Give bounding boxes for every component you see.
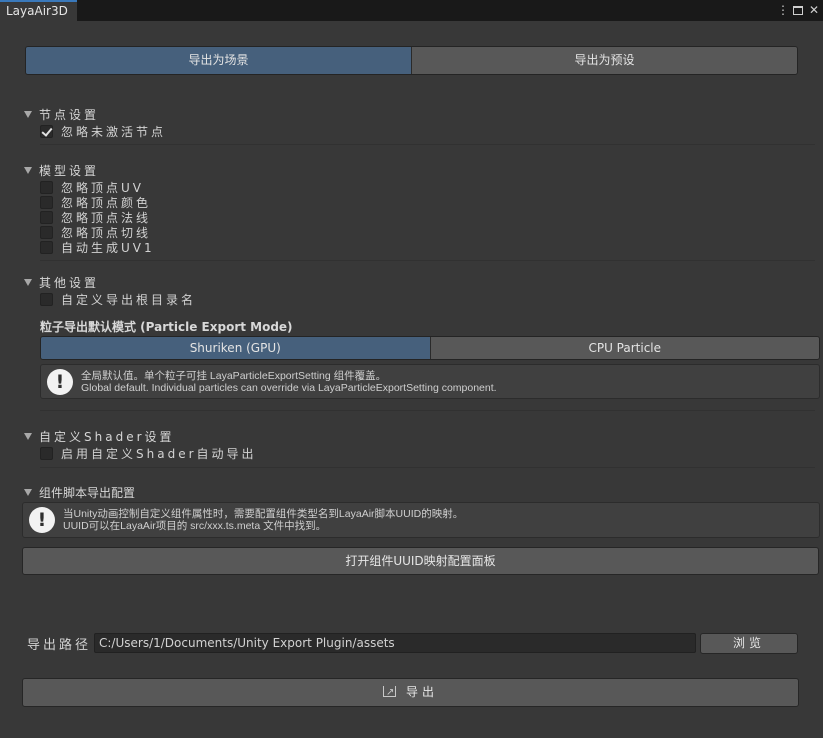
other-settings-header[interactable]: 其他设置 — [24, 274, 99, 291]
particle-mode-cpu-button[interactable]: CPU Particle — [429, 337, 819, 359]
component-help-line2: UUID可以在LayaAir项目的 src/xxx.ts.meta 文件中找到。 — [63, 520, 327, 532]
export-path-input[interactable]: C:/Users/1/Documents/Unity Export Plugin… — [94, 633, 696, 653]
window-tab-label: LayaAir3D — [6, 4, 68, 18]
export-as-prefab-button[interactable]: 导出为预设 — [411, 47, 797, 74]
shader-settings-title: 自定义Shader设置 — [39, 430, 175, 444]
auto-generate-uv1-label: 自动生成UV1 — [61, 241, 155, 255]
foldout-arrow-icon — [24, 111, 32, 118]
warning-icon: ! — [47, 368, 73, 395]
export-icon — [382, 679, 398, 706]
foldout-arrow-icon — [24, 489, 32, 496]
ignore-vertex-uv-row[interactable]: 忽略顶点UV — [40, 180, 144, 195]
particle-help-box: ! 全局默认值。单个粒子可挂 LayaParticleExportSetting… — [40, 364, 820, 399]
ignore-vertex-color-row[interactable]: 忽略顶点颜色 — [40, 195, 151, 210]
open-uuid-mapping-panel-button[interactable]: 打开组件UUID映射配置面板 — [22, 547, 819, 575]
foldout-arrow-icon — [24, 433, 32, 440]
export-mode-toggle: 导出为场景 导出为预设 — [25, 46, 798, 75]
component-help-box: ! 当Unity动画控制自定义组件属性时，需要配置组件类型名到LayaAir脚本… — [22, 502, 820, 538]
window-controls: ⋮ ✕ — [777, 2, 819, 18]
custom-root-label: 自定义导出根目录名 — [61, 293, 197, 307]
divider — [40, 410, 815, 411]
export-path-label: 导出路径 — [27, 638, 92, 653]
component-help-line1: 当Unity动画控制自定义组件属性时，需要配置组件类型名到LayaAir脚本UU… — [63, 508, 464, 520]
ignore-inactive-label: 忽略未激活节点 — [61, 125, 167, 139]
warning-icon: ! — [29, 507, 55, 533]
ignore-vertex-normal-row[interactable]: 忽略顶点法线 — [40, 210, 151, 225]
particle-mode-toggle: Shuriken (GPU) CPU Particle — [40, 336, 820, 360]
shader-settings-header[interactable]: 自定义Shader设置 — [24, 428, 175, 445]
ignore-vertex-uv-checkbox[interactable] — [40, 181, 53, 194]
ignore-vertex-color-checkbox[interactable] — [40, 196, 53, 209]
export-button-label: 导出 — [405, 685, 438, 699]
ignore-inactive-row[interactable]: 忽略未激活节点 — [40, 124, 166, 139]
window-tab[interactable]: LayaAir3D — [0, 0, 77, 21]
ignore-vertex-tangent-checkbox[interactable] — [40, 226, 53, 239]
maximize-icon[interactable] — [793, 6, 803, 15]
divider — [40, 144, 815, 145]
enable-custom-shader-label: 启用自定义Shader自动导出 — [61, 447, 257, 461]
ignore-inactive-checkbox[interactable] — [40, 125, 53, 138]
enable-custom-shader-row[interactable]: 启用自定义Shader自动导出 — [40, 446, 257, 461]
foldout-arrow-icon — [24, 279, 32, 286]
particle-mode-label: 粒子导出默认模式 (Particle Export Mode) — [40, 320, 293, 334]
other-settings-title: 其他设置 — [39, 276, 100, 290]
foldout-arrow-icon — [24, 167, 32, 174]
export-as-scene-button[interactable]: 导出为场景 — [26, 47, 411, 74]
auto-generate-uv1-row[interactable]: 自动生成UV1 — [40, 240, 155, 255]
ignore-vertex-tangent-row[interactable]: 忽略顶点切线 — [40, 225, 151, 240]
more-menu-icon[interactable]: ⋮ — [777, 2, 789, 18]
enable-custom-shader-checkbox[interactable] — [40, 447, 53, 460]
export-button[interactable]: 导出 — [22, 678, 799, 707]
model-settings-title: 模型设置 — [39, 164, 100, 178]
particle-help-line1: 全局默认值。单个粒子可挂 LayaParticleExportSetting 组… — [81, 369, 387, 382]
divider — [40, 260, 815, 261]
node-settings-header[interactable]: 节点设置 — [24, 106, 99, 123]
model-settings-header[interactable]: 模型设置 — [24, 162, 99, 179]
title-bar: LayaAir3D ⋮ ✕ — [0, 0, 823, 21]
divider — [40, 467, 815, 468]
auto-generate-uv1-checkbox[interactable] — [40, 241, 53, 254]
ignore-vertex-normal-checkbox[interactable] — [40, 211, 53, 224]
close-icon[interactable]: ✕ — [809, 2, 819, 18]
particle-mode-shuriken-button[interactable]: Shuriken (GPU) — [41, 337, 430, 359]
component-script-header[interactable]: 组件脚本导出配置 — [24, 484, 135, 501]
node-settings-title: 节点设置 — [39, 108, 100, 122]
custom-root-checkbox[interactable] — [40, 293, 53, 306]
component-script-title: 组件脚本导出配置 — [39, 486, 136, 500]
custom-root-row[interactable]: 自定义导出根目录名 — [40, 292, 196, 307]
particle-help-line2: Global default. Individual particles can… — [81, 381, 497, 394]
browse-button[interactable]: 浏览 — [700, 633, 798, 654]
